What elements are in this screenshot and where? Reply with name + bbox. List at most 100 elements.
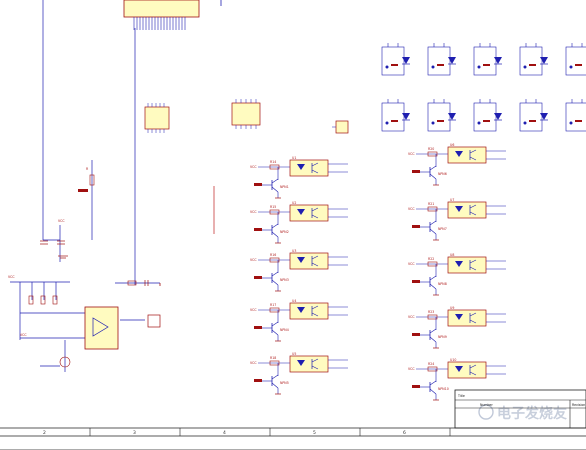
protection-diode-cell [381,43,410,76]
opto-row: VCC R17 U4 NPN4 [250,299,348,342]
protection-diode-cell [565,99,586,132]
transistor-label: NPN7 [438,227,447,231]
left-capacitors: VCC [40,219,68,259]
schematic-sheet: R VCC VCC VCC VCC R14 U1 NPN1 VCC R15 U2… [0,0,586,450]
protection-diode-cell [473,99,502,132]
diode-icon [540,113,548,120]
net-label-column [213,186,215,234]
diode-icon [402,113,410,120]
bottom-border: 2 3 4 5 6 [0,427,586,450]
opto-rows-right: VCC R20 U6 NPN6 VCC R21 U7 NPN7 VCC R22 U8 NPN8 VCC R… [408,143,506,401]
vcc-label: VCC [408,262,415,266]
resistor-label: R24 [428,362,434,366]
opto-label: U1 [292,156,296,160]
optocoupler-chip [289,355,329,373]
diode-icon [448,57,456,64]
transistor-label: NPN9 [438,335,447,339]
resistor-label: R17 [270,303,276,307]
opto-label: U6 [450,143,454,147]
svg-text:R: R [86,167,89,171]
transistor-label: NPN2 [280,230,289,234]
diode-icon [494,113,502,120]
diode-icon [540,57,548,64]
resistor-label: R16 [270,253,276,257]
transistor-label: NPN3 [280,278,289,282]
vcc-label: VCC [250,165,257,169]
opto-row: VCC R15 U2 NPN2 [250,201,348,244]
transistor-label: NPN10 [438,387,449,391]
opto-row: VCC R22 U8 NPN8 [408,253,506,296]
protection-diode-cell [427,43,456,76]
resistor-label: R22 [428,257,434,261]
transistor-label: NPN4 [280,328,289,332]
opto-row: VCC R20 U6 NPN6 [408,143,506,186]
left-small-resistor: R [78,167,95,192]
vcc-label: VCC [408,207,415,211]
protection-diode-cell [427,99,456,132]
opto-row: VCC R24 U10 NPN10 [408,358,506,401]
svg-text:VCC: VCC [8,275,15,279]
opto-label: U2 [292,201,296,205]
protection-diode-cell [381,99,410,132]
vcc-label: VCC [408,367,415,371]
number-label: Number [480,403,493,407]
diode-icon [494,57,502,64]
opto-label: U9 [450,306,454,310]
protection-diode-cell [519,99,548,132]
resistor-label: R14 [270,160,276,164]
schematic-canvas: R VCC VCC VCC VCCR14U1NPN1VCCR15U2NPN2VC… [0,0,586,450]
vcc-label: VCC [250,308,257,312]
watermark-text: 电子发烧友 [497,405,567,422]
ic-chip-1 [144,103,170,133]
opto-rows-left: VCC R14 U1 NPN1 VCC R15 U2 NPN2 VCC R16 U3 NPN3 VCC R… [250,156,348,395]
opto-label: U7 [450,198,454,202]
optocoupler-chip [447,146,487,164]
optocoupler-chip [447,309,487,327]
transistor-label: NPN1 [280,185,289,189]
opto-label: U5 [292,352,296,356]
protection-diode-cell [565,43,586,76]
watermark: 电子发烧友 [478,404,567,422]
ic-chip-3 [332,120,349,134]
resistor-label: R23 [428,310,434,314]
top-connector [123,0,222,30]
vcc-label: VCC [250,210,257,214]
diode-icon [448,113,456,120]
diode-icon [402,57,410,64]
zone-number: 6 [403,430,406,436]
transistor-label: NPN8 [438,282,447,286]
protection-diode-cell [519,43,548,76]
transistor-label: NPN5 [280,381,289,385]
optocoupler-chip [447,201,487,219]
svg-text:VCC: VCC [58,219,65,223]
optocoupler-chip [447,256,487,274]
optocoupler-chip [289,159,329,177]
opto-label: U8 [450,253,454,257]
zone-number: 2 [43,430,46,436]
svg-text:VCC: VCC [20,333,27,337]
transistor-label: NPN6 [438,172,447,176]
resistor-label: R21 [428,202,434,206]
optocoupler-chip [289,204,329,222]
protection-diode-cell [473,43,502,76]
vcc-label: VCC [408,315,415,319]
ic-chip-2 [231,99,261,129]
resistor-label: R15 [270,205,276,209]
title-label: Title [457,394,465,398]
opto-label: U4 [292,299,296,303]
opto-row: VCC R18 U5 NPN5 [250,352,348,395]
opto-row: VCC R14 U1 NPN1 [250,156,348,199]
revision-label: Revision [572,403,585,407]
opto-label: U10 [450,358,456,362]
vcc-label: VCC [408,152,415,156]
opto-row: VCC R16 U3 NPN3 [250,249,348,292]
diode-array [381,43,586,132]
vcc-label: VCC [250,361,257,365]
optocoupler-chip [447,361,487,379]
opto-label: U3 [292,249,296,253]
zone-number: 5 [313,430,316,436]
opto-row: VCC R21 U7 NPN7 [408,198,506,241]
opto-row: VCC R23 U9 NPN9 [408,306,506,349]
resistor-label: R18 [270,356,276,360]
zone-number: 3 [133,430,136,436]
